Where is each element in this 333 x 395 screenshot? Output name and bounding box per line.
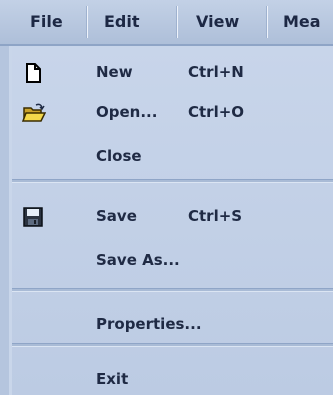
menubar-file[interactable]: File — [30, 12, 63, 32]
menu-item-close[interactable]: Close — [12, 136, 333, 176]
save-disk-icon — [22, 206, 44, 228]
menu-item-label: Open... — [96, 103, 158, 121]
menubar-divider — [176, 6, 178, 38]
open-folder-icon — [21, 102, 47, 124]
menubar-divider — [86, 6, 88, 38]
new-document-icon — [22, 62, 44, 84]
file-menu-dropdown: New Ctrl+N Open... Ctrl+O Close Save Ctr… — [12, 46, 333, 395]
menu-separator — [12, 179, 333, 183]
menu-item-save[interactable]: Save Ctrl+S — [12, 196, 333, 236]
menu-item-label: Close — [96, 147, 142, 165]
menu-item-shortcut: Ctrl+O — [188, 103, 245, 121]
menu-item-save-as[interactable]: Save As... — [12, 240, 333, 280]
menu-item-properties[interactable]: Properties... — [12, 304, 333, 344]
menu-bar: File Edit View Mea — [0, 0, 333, 46]
menu-item-label: New — [96, 63, 133, 81]
menu-item-shortcut: Ctrl+S — [188, 207, 243, 225]
menu-item-label: Save — [96, 207, 137, 225]
menu-item-label: Save As... — [96, 251, 180, 269]
menu-item-new[interactable]: New Ctrl+N — [12, 52, 333, 92]
menu-separator — [12, 288, 333, 292]
menubar-view[interactable]: View — [196, 12, 239, 32]
menubar-measure[interactable]: Mea — [283, 12, 321, 32]
menu-item-label: Exit — [96, 370, 129, 388]
menu-item-label: Properties... — [96, 315, 202, 333]
menu-separator — [12, 343, 333, 347]
menubar-divider — [266, 6, 268, 38]
menu-item-open[interactable]: Open... Ctrl+O — [12, 92, 333, 132]
menu-item-exit[interactable]: Exit — [12, 359, 333, 395]
menu-item-shortcut: Ctrl+N — [188, 63, 244, 81]
menubar-edit[interactable]: Edit — [104, 12, 140, 32]
